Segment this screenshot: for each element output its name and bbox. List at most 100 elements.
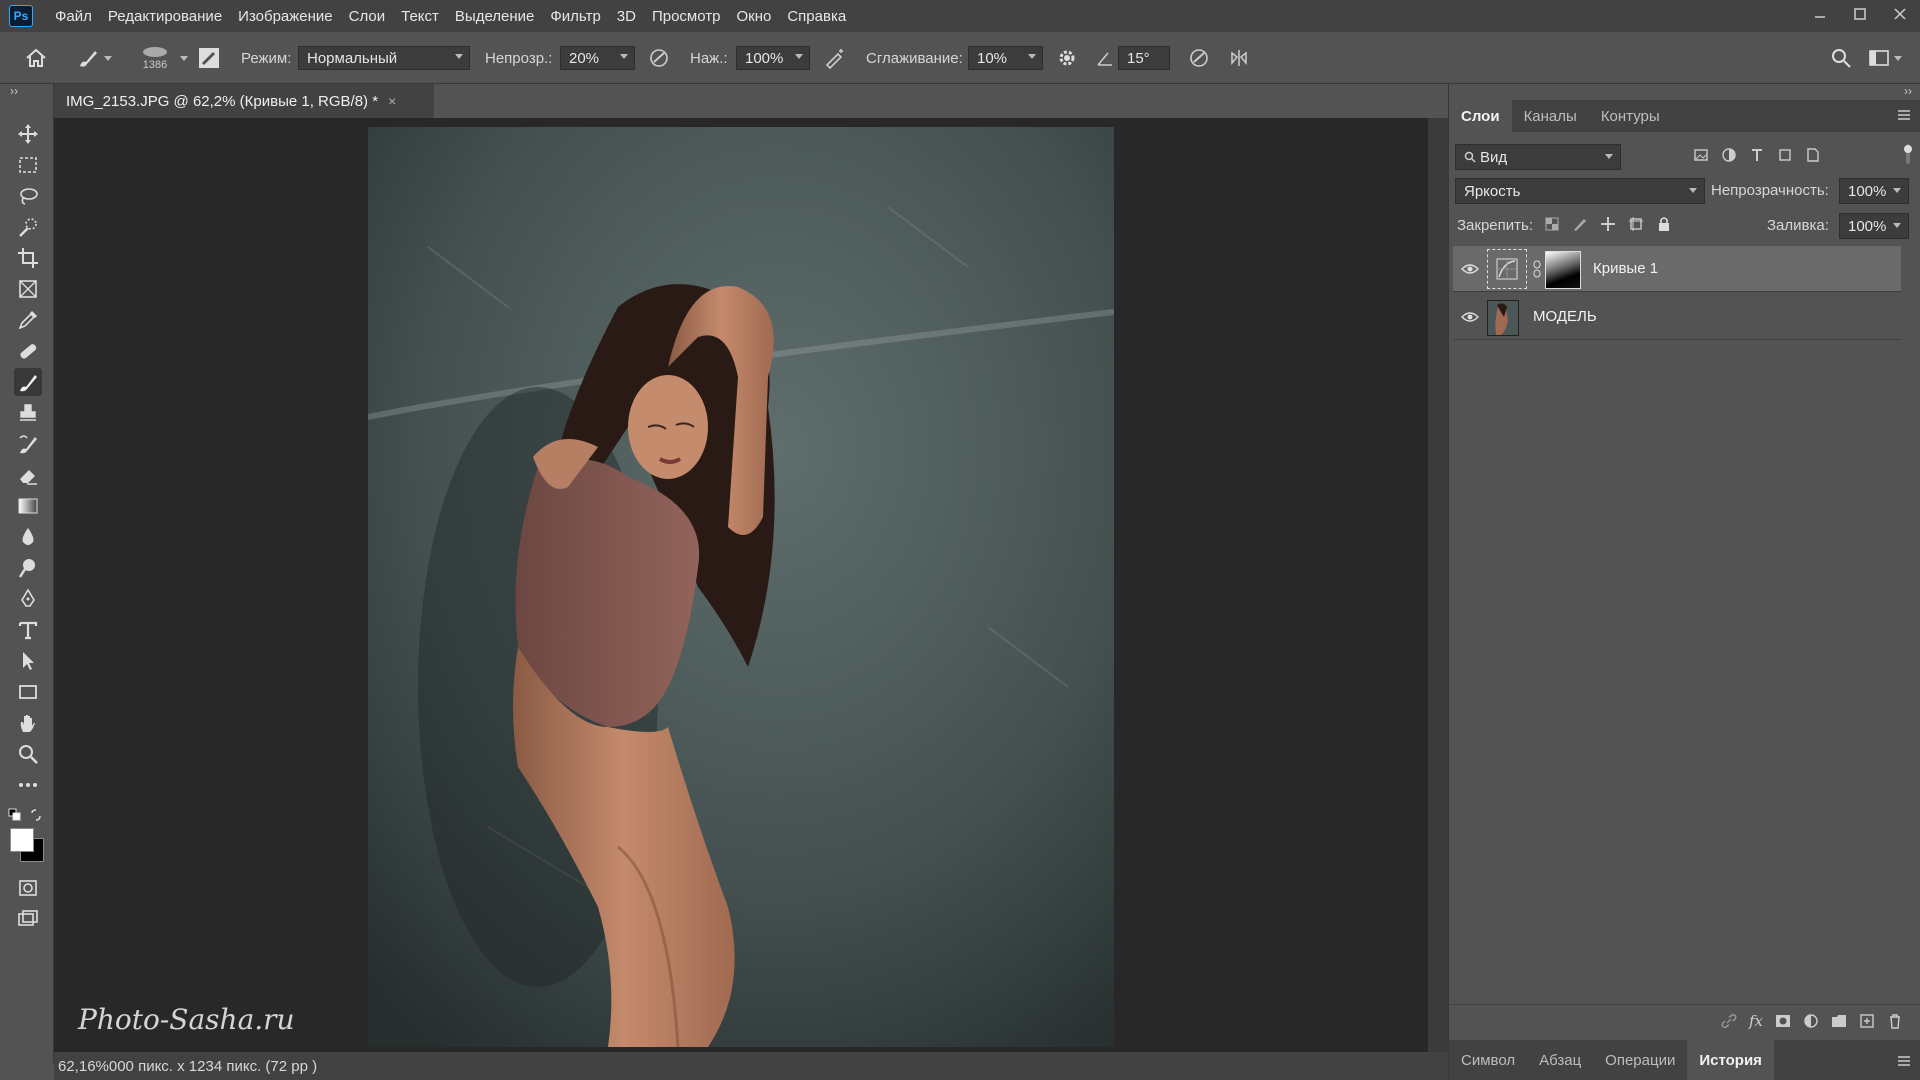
- fill-input[interactable]: 100%: [1839, 213, 1909, 239]
- flow-input[interactable]: 100%: [736, 46, 810, 70]
- pressure-size-icon[interactable]: [1188, 32, 1210, 84]
- close-icon[interactable]: ×: [388, 93, 396, 109]
- layer-opacity-input[interactable]: 100%: [1839, 178, 1909, 204]
- collapse-dock-icon[interactable]: ››: [1904, 84, 1912, 98]
- foreground-color-swatch[interactable]: [10, 828, 34, 852]
- eyedropper-tool-icon[interactable]: [14, 306, 42, 334]
- tab-layers[interactable]: Слои: [1449, 100, 1512, 132]
- chevron-down-icon[interactable]: [100, 46, 116, 70]
- document-tab[interactable]: IMG_2153.JPG @ 62,2% (Кривые 1, RGB/8) *…: [54, 84, 434, 118]
- tab-paragraph[interactable]: Абзац: [1527, 1040, 1593, 1080]
- tab-history[interactable]: История: [1687, 1040, 1774, 1080]
- tab-character[interactable]: Символ: [1449, 1040, 1527, 1080]
- home-icon[interactable]: [24, 32, 48, 84]
- filter-pixel-icon[interactable]: [1693, 147, 1709, 163]
- angle-input[interactable]: 15°: [1118, 46, 1170, 70]
- eye-icon[interactable]: [1461, 308, 1479, 326]
- hand-tool-icon[interactable]: [14, 709, 42, 737]
- history-brush-tool-icon[interactable]: [14, 430, 42, 458]
- layer-mask-thumbnail[interactable]: [1545, 251, 1581, 289]
- lasso-tool-icon[interactable]: [14, 182, 42, 210]
- layer-row-curves[interactable]: Кривые 1: [1453, 246, 1901, 292]
- rectangle-tool-icon[interactable]: [14, 678, 42, 706]
- layer-blend-mode-select[interactable]: Яркость: [1455, 178, 1705, 204]
- symmetry-icon[interactable]: [1228, 32, 1250, 84]
- document-photo[interactable]: [368, 127, 1114, 1047]
- airbrush-icon[interactable]: [824, 32, 846, 84]
- brush-tool-icon[interactable]: [14, 368, 42, 396]
- quick-selection-tool-icon[interactable]: [14, 213, 42, 241]
- crop-tool-icon[interactable]: [14, 244, 42, 272]
- eye-icon[interactable]: [1461, 260, 1479, 278]
- lock-position-icon[interactable]: [1600, 216, 1616, 232]
- vertical-scrollbar[interactable]: [1428, 118, 1448, 1052]
- menu-view[interactable]: Просмотр: [644, 8, 729, 25]
- more-tools-icon[interactable]: [14, 771, 42, 799]
- layer-name[interactable]: Кривые 1: [1593, 260, 1658, 277]
- layer-name[interactable]: МОДЕЛЬ: [1533, 308, 1597, 325]
- maximize-button[interactable]: [1840, 0, 1880, 28]
- panel-menu-icon[interactable]: [1897, 108, 1911, 122]
- layer-thumbnail[interactable]: [1487, 300, 1519, 336]
- workspace-icon[interactable]: [1868, 32, 1906, 84]
- healing-brush-tool-icon[interactable]: [14, 337, 42, 365]
- panel-menu-icon[interactable]: [1897, 1054, 1911, 1068]
- brush-size-picker[interactable]: 1386: [138, 32, 172, 84]
- zoom-tool-icon[interactable]: [14, 740, 42, 768]
- move-tool-icon[interactable]: [14, 120, 42, 148]
- add-mask-icon[interactable]: [1775, 1013, 1791, 1029]
- new-layer-icon[interactable]: [1859, 1013, 1875, 1029]
- tab-paths[interactable]: Контуры: [1589, 100, 1672, 132]
- eraser-tool-icon[interactable]: [14, 461, 42, 489]
- blend-mode-select[interactable]: Нормальный: [298, 46, 470, 70]
- menu-filter[interactable]: Фильтр: [542, 8, 608, 25]
- gradient-tool-icon[interactable]: [14, 492, 42, 520]
- menu-select[interactable]: Выделение: [447, 8, 542, 25]
- pressure-opacity-icon[interactable]: [648, 32, 670, 84]
- gear-icon[interactable]: [1056, 32, 1078, 84]
- menu-text[interactable]: Текст: [393, 8, 447, 25]
- lock-all-icon[interactable]: [1656, 216, 1672, 232]
- lock-transparency-icon[interactable]: [1544, 216, 1560, 232]
- default-colors-icon[interactable]: [8, 808, 22, 822]
- type-tool-icon[interactable]: [14, 616, 42, 644]
- frame-tool-icon[interactable]: [14, 275, 42, 303]
- menu-3d[interactable]: 3D: [609, 8, 644, 25]
- menu-help[interactable]: Справка: [779, 8, 854, 25]
- link-layers-icon[interactable]: [1721, 1013, 1737, 1029]
- pen-tool-icon[interactable]: [14, 585, 42, 613]
- layer-filter-select[interactable]: Вид: [1455, 144, 1621, 170]
- menu-layers[interactable]: Слои: [341, 8, 393, 25]
- filter-smart-object-icon[interactable]: [1805, 147, 1821, 163]
- trash-icon[interactable]: [1887, 1013, 1903, 1029]
- swap-colors-icon[interactable]: [30, 808, 44, 822]
- filter-adjustment-icon[interactable]: [1721, 147, 1737, 163]
- collapse-panel-icon[interactable]: ››: [10, 84, 18, 98]
- path-selection-tool-icon[interactable]: [14, 647, 42, 675]
- minimize-button[interactable]: [1800, 0, 1840, 28]
- chevron-down-icon[interactable]: [176, 32, 192, 84]
- link-icon[interactable]: [1533, 260, 1541, 278]
- fx-icon[interactable]: fx: [1749, 1012, 1763, 1030]
- menu-window[interactable]: Окно: [728, 8, 779, 25]
- opacity-input[interactable]: 20%: [560, 46, 635, 70]
- clone-stamp-tool-icon[interactable]: [14, 399, 42, 427]
- filter-shape-icon[interactable]: [1777, 147, 1793, 163]
- layer-row-model[interactable]: МОДЕЛЬ: [1453, 294, 1901, 340]
- blur-tool-icon[interactable]: [14, 523, 42, 551]
- tab-channels[interactable]: Каналы: [1512, 100, 1589, 132]
- dodge-tool-icon[interactable]: [14, 554, 42, 582]
- brush-tool-preset-icon[interactable]: [76, 32, 116, 84]
- marquee-tool-icon[interactable]: [14, 151, 42, 179]
- lock-artboard-icon[interactable]: [1628, 216, 1644, 232]
- quick-mask-icon[interactable]: [14, 874, 42, 902]
- filter-toggle-icon[interactable]: [1903, 144, 1913, 164]
- new-adjustment-layer-icon[interactable]: [1803, 1013, 1819, 1029]
- new-group-icon[interactable]: [1831, 1013, 1847, 1029]
- search-icon[interactable]: [1830, 32, 1852, 84]
- curves-adjustment-icon[interactable]: [1487, 249, 1527, 289]
- smoothing-input[interactable]: 10%: [968, 46, 1043, 70]
- filter-type-icon[interactable]: [1749, 147, 1765, 163]
- lock-brush-icon[interactable]: [1572, 216, 1588, 232]
- menu-file[interactable]: Файл: [47, 8, 100, 25]
